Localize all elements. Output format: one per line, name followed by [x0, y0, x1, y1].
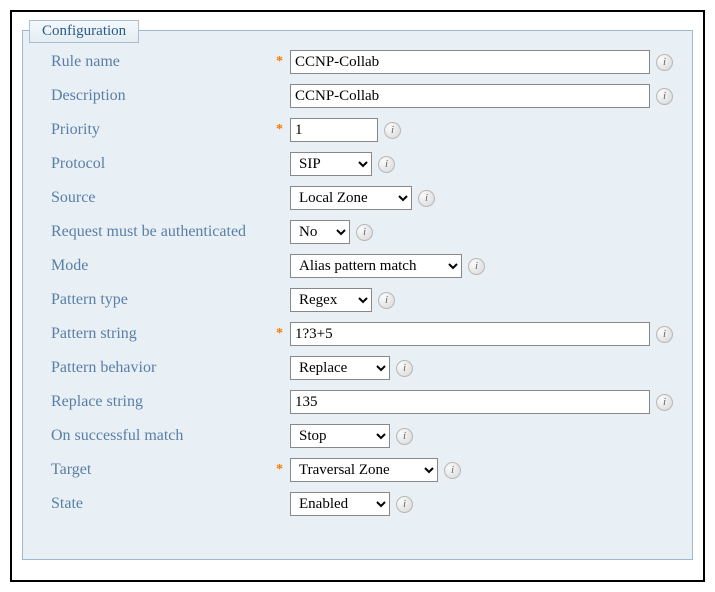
- source-select[interactable]: Local Zone: [290, 186, 412, 210]
- info-icon[interactable]: i: [378, 292, 395, 309]
- pattern-behavior-select[interactable]: Replace: [290, 356, 390, 380]
- label-protocol: Protocol: [51, 155, 276, 173]
- info-icon[interactable]: i: [656, 326, 673, 343]
- description-input[interactable]: [290, 84, 650, 108]
- info-icon[interactable]: i: [396, 360, 413, 377]
- target-select[interactable]: Traversal Zone: [290, 458, 438, 482]
- info-icon[interactable]: i: [396, 428, 413, 445]
- section-title: Configuration: [29, 20, 139, 43]
- protocol-select[interactable]: SIP: [290, 152, 372, 176]
- replace-string-input[interactable]: [290, 390, 650, 414]
- label-source: Source: [51, 189, 276, 207]
- required-marker: *: [276, 462, 290, 478]
- row-source: Source Local Zone i: [51, 181, 672, 215]
- on-successful-match-select[interactable]: Stop: [290, 424, 390, 448]
- info-icon[interactable]: i: [468, 258, 485, 275]
- label-pattern-string: Pattern string: [51, 325, 276, 343]
- row-replace-string: Replace string i: [51, 385, 672, 419]
- required-marker: *: [276, 54, 290, 70]
- info-icon[interactable]: i: [656, 88, 673, 105]
- info-icon[interactable]: i: [444, 462, 461, 479]
- priority-input[interactable]: [290, 118, 378, 142]
- row-priority: Priority * i: [51, 113, 672, 147]
- row-pattern-type: Pattern type Regex i: [51, 283, 672, 317]
- info-icon[interactable]: i: [656, 394, 673, 411]
- label-replace-string: Replace string: [51, 393, 276, 411]
- configuration-fieldset: Configuration Rule name * i Description …: [22, 30, 693, 560]
- info-icon[interactable]: i: [378, 156, 395, 173]
- required-marker: *: [276, 326, 290, 342]
- label-mode: Mode: [51, 257, 276, 275]
- info-icon[interactable]: i: [396, 496, 413, 513]
- row-rule-name: Rule name * i: [51, 45, 672, 79]
- info-icon[interactable]: i: [418, 190, 435, 207]
- row-request-auth: Request must be authenticated No i: [51, 215, 672, 249]
- label-request-auth: Request must be authenticated: [51, 223, 276, 241]
- row-state: State Enabled i: [51, 487, 672, 521]
- row-mode: Mode Alias pattern match i: [51, 249, 672, 283]
- label-state: State: [51, 495, 276, 513]
- info-icon[interactable]: i: [656, 54, 673, 71]
- mode-select[interactable]: Alias pattern match: [290, 254, 462, 278]
- label-target: Target: [51, 461, 276, 479]
- pattern-type-select[interactable]: Regex: [290, 288, 372, 312]
- info-icon[interactable]: i: [384, 122, 401, 139]
- row-pattern-string: Pattern string * i: [51, 317, 672, 351]
- row-description: Description i: [51, 79, 672, 113]
- row-pattern-behavior: Pattern behavior Replace i: [51, 351, 672, 385]
- config-panel-border: Configuration Rule name * i Description …: [10, 10, 705, 582]
- label-on-successful-match: On successful match: [51, 427, 276, 445]
- state-select[interactable]: Enabled: [290, 492, 390, 516]
- rule-name-input[interactable]: [290, 50, 650, 74]
- label-description: Description: [51, 87, 276, 105]
- label-priority: Priority: [51, 121, 276, 139]
- row-on-successful-match: On successful match Stop i: [51, 419, 672, 453]
- label-pattern-type: Pattern type: [51, 291, 276, 309]
- request-auth-select[interactable]: No: [290, 220, 350, 244]
- pattern-string-input[interactable]: [290, 322, 650, 346]
- info-icon[interactable]: i: [356, 224, 373, 241]
- required-marker: *: [276, 122, 290, 138]
- row-protocol: Protocol SIP i: [51, 147, 672, 181]
- row-target: Target * Traversal Zone i: [51, 453, 672, 487]
- label-rule-name: Rule name: [51, 53, 276, 71]
- label-pattern-behavior: Pattern behavior: [51, 359, 276, 377]
